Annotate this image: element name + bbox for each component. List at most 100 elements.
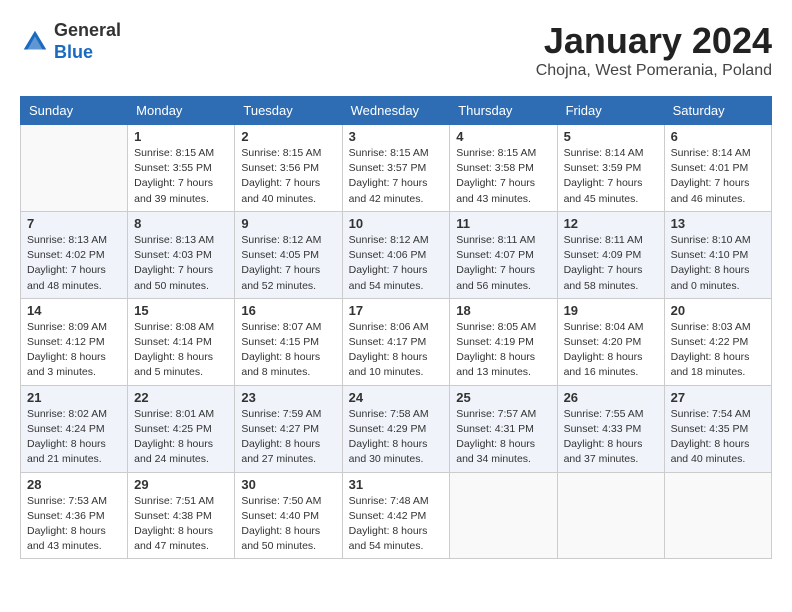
day-info: Sunrise: 8:11 AM Sunset: 4:09 PM Dayligh…	[564, 233, 658, 294]
weekday-header: Sunday	[21, 97, 128, 125]
calendar-day-cell: 13 Sunrise: 8:10 AM Sunset: 4:10 PM Dayli…	[664, 211, 771, 298]
calendar-day-cell: 22Sunrise: 8:01 AM Sunset: 4:25 PM Dayli…	[128, 385, 235, 472]
weekday-header: Tuesday	[235, 97, 342, 125]
day-number: 12	[564, 216, 658, 231]
calendar-week-row: 28 Sunrise: 7:53 AM Sunset: 4:36 PM Dayli…	[21, 472, 772, 559]
day-number: 26	[564, 390, 658, 405]
day-number: 16	[241, 303, 335, 318]
day-info: Sunrise: 8:10 AM Sunset: 4:10 PM Dayligh…	[671, 233, 765, 294]
calendar-day-cell: 15Sunrise: 8:08 AM Sunset: 4:14 PM Dayli…	[128, 298, 235, 385]
calendar-day-cell	[557, 472, 664, 559]
weekday-header: Monday	[128, 97, 235, 125]
day-number: 7	[27, 216, 121, 231]
logo: General Blue	[20, 20, 121, 63]
calendar-day-cell: 1Sunrise: 8:15 AM Sunset: 3:55 PM Daylig…	[128, 125, 235, 212]
day-number: 18	[456, 303, 550, 318]
calendar-day-cell: 18Sunrise: 8:05 AM Sunset: 4:19 PM Dayli…	[450, 298, 557, 385]
day-info: Sunrise: 8:09 AM Sunset: 4:12 PM Dayligh…	[27, 320, 121, 381]
day-number: 5	[564, 129, 658, 144]
calendar-week-row: 14 Sunrise: 8:09 AM Sunset: 4:12 PM Dayli…	[21, 298, 772, 385]
calendar-week-row: 1Sunrise: 8:15 AM Sunset: 3:55 PM Daylig…	[21, 125, 772, 212]
calendar-day-cell: 25 Sunrise: 7:57 AM Sunset: 4:31 PM Dayli…	[450, 385, 557, 472]
day-info: Sunrise: 8:14 AM Sunset: 4:01 PM Dayligh…	[671, 146, 765, 207]
calendar-day-cell: 31Sunrise: 7:48 AM Sunset: 4:42 PM Dayli…	[342, 472, 450, 559]
header: General Blue January 2024 Chojna, West P…	[20, 20, 772, 80]
day-info: Sunrise: 8:11 AM Sunset: 4:07 PM Dayligh…	[456, 233, 550, 294]
day-number: 6	[671, 129, 765, 144]
calendar-day-cell: 24 Sunrise: 7:58 AM Sunset: 4:29 PM Dayli…	[342, 385, 450, 472]
calendar-day-cell: 28 Sunrise: 7:53 AM Sunset: 4:36 PM Dayli…	[21, 472, 128, 559]
day-info: Sunrise: 8:12 AM Sunset: 4:06 PM Dayligh…	[349, 233, 444, 294]
calendar-day-cell: 4 Sunrise: 8:15 AM Sunset: 3:58 PM Daylig…	[450, 125, 557, 212]
day-info: Sunrise: 8:01 AM Sunset: 4:25 PM Dayligh…	[134, 407, 228, 468]
day-number: 27	[671, 390, 765, 405]
day-number: 24	[349, 390, 444, 405]
day-number: 9	[241, 216, 335, 231]
weekday-header-row: SundayMondayTuesdayWednesdayThursdayFrid…	[21, 97, 772, 125]
day-number: 23	[241, 390, 335, 405]
day-info: Sunrise: 8:12 AM Sunset: 4:05 PM Dayligh…	[241, 233, 335, 294]
calendar-day-cell: 3 Sunrise: 8:15 AM Sunset: 3:57 PM Daylig…	[342, 125, 450, 212]
day-info: Sunrise: 7:50 AM Sunset: 4:40 PM Dayligh…	[241, 494, 335, 555]
day-info: Sunrise: 8:07 AM Sunset: 4:15 PM Dayligh…	[241, 320, 335, 381]
day-info: Sunrise: 8:08 AM Sunset: 4:14 PM Dayligh…	[134, 320, 228, 381]
day-number: 13	[671, 216, 765, 231]
day-number: 21	[27, 390, 121, 405]
calendar-day-cell: 8 Sunrise: 8:13 AM Sunset: 4:03 PM Daylig…	[128, 211, 235, 298]
calendar-day-cell: 27 Sunrise: 7:54 AM Sunset: 4:35 PM Dayli…	[664, 385, 771, 472]
weekday-header: Friday	[557, 97, 664, 125]
day-info: Sunrise: 7:58 AM Sunset: 4:29 PM Dayligh…	[349, 407, 444, 468]
day-number: 25	[456, 390, 550, 405]
day-info: Sunrise: 8:15 AM Sunset: 3:58 PM Dayligh…	[456, 146, 550, 207]
day-number: 8	[134, 216, 228, 231]
logo-icon	[20, 27, 50, 57]
calendar-day-cell: 5 Sunrise: 8:14 AM Sunset: 3:59 PM Daylig…	[557, 125, 664, 212]
month-title: January 2024	[536, 20, 772, 62]
calendar-day-cell: 2Sunrise: 8:15 AM Sunset: 3:56 PM Daylig…	[235, 125, 342, 212]
day-number: 14	[27, 303, 121, 318]
day-info: Sunrise: 8:13 AM Sunset: 4:02 PM Dayligh…	[27, 233, 121, 294]
day-info: Sunrise: 8:15 AM Sunset: 3:57 PM Dayligh…	[349, 146, 444, 207]
day-number: 31	[349, 477, 444, 492]
calendar-day-cell: 29 Sunrise: 7:51 AM Sunset: 4:38 PM Dayli…	[128, 472, 235, 559]
weekday-header: Wednesday	[342, 97, 450, 125]
weekday-header: Thursday	[450, 97, 557, 125]
day-info: Sunrise: 8:14 AM Sunset: 3:59 PM Dayligh…	[564, 146, 658, 207]
day-number: 20	[671, 303, 765, 318]
weekday-header: Saturday	[664, 97, 771, 125]
calendar-day-cell: 7 Sunrise: 8:13 AM Sunset: 4:02 PM Daylig…	[21, 211, 128, 298]
day-number: 28	[27, 477, 121, 492]
calendar-day-cell: 21Sunrise: 8:02 AM Sunset: 4:24 PM Dayli…	[21, 385, 128, 472]
logo-text: General Blue	[54, 20, 121, 63]
day-info: Sunrise: 8:13 AM Sunset: 4:03 PM Dayligh…	[134, 233, 228, 294]
title-area: January 2024 Chojna, West Pomerania, Pol…	[536, 20, 772, 80]
day-number: 29	[134, 477, 228, 492]
day-info: Sunrise: 7:59 AM Sunset: 4:27 PM Dayligh…	[241, 407, 335, 468]
day-info: Sunrise: 7:57 AM Sunset: 4:31 PM Dayligh…	[456, 407, 550, 468]
calendar-day-cell: 12 Sunrise: 8:11 AM Sunset: 4:09 PM Dayli…	[557, 211, 664, 298]
calendar-week-row: 7 Sunrise: 8:13 AM Sunset: 4:02 PM Daylig…	[21, 211, 772, 298]
day-number: 3	[349, 129, 444, 144]
calendar-day-cell: 11Sunrise: 8:11 AM Sunset: 4:07 PM Dayli…	[450, 211, 557, 298]
calendar-day-cell: 26Sunrise: 7:55 AM Sunset: 4:33 PM Dayli…	[557, 385, 664, 472]
calendar-week-row: 21Sunrise: 8:02 AM Sunset: 4:24 PM Dayli…	[21, 385, 772, 472]
day-number: 4	[456, 129, 550, 144]
day-number: 10	[349, 216, 444, 231]
day-info: Sunrise: 8:03 AM Sunset: 4:22 PM Dayligh…	[671, 320, 765, 381]
calendar-day-cell	[450, 472, 557, 559]
day-number: 30	[241, 477, 335, 492]
calendar-day-cell	[21, 125, 128, 212]
calendar-day-cell: 23 Sunrise: 7:59 AM Sunset: 4:27 PM Dayli…	[235, 385, 342, 472]
calendar-day-cell: 19Sunrise: 8:04 AM Sunset: 4:20 PM Dayli…	[557, 298, 664, 385]
calendar-day-cell: 17Sunrise: 8:06 AM Sunset: 4:17 PM Dayli…	[342, 298, 450, 385]
day-info: Sunrise: 7:51 AM Sunset: 4:38 PM Dayligh…	[134, 494, 228, 555]
calendar-day-cell: 20 Sunrise: 8:03 AM Sunset: 4:22 PM Dayli…	[664, 298, 771, 385]
day-info: Sunrise: 7:53 AM Sunset: 4:36 PM Dayligh…	[27, 494, 121, 555]
calendar-day-cell: 30 Sunrise: 7:50 AM Sunset: 4:40 PM Dayli…	[235, 472, 342, 559]
day-info: Sunrise: 8:04 AM Sunset: 4:20 PM Dayligh…	[564, 320, 658, 381]
calendar-day-cell: 14 Sunrise: 8:09 AM Sunset: 4:12 PM Dayli…	[21, 298, 128, 385]
day-info: Sunrise: 7:54 AM Sunset: 4:35 PM Dayligh…	[671, 407, 765, 468]
calendar-day-cell: 10 Sunrise: 8:12 AM Sunset: 4:06 PM Dayli…	[342, 211, 450, 298]
calendar-day-cell: 6 Sunrise: 8:14 AM Sunset: 4:01 PM Daylig…	[664, 125, 771, 212]
calendar-day-cell: 9 Sunrise: 8:12 AM Sunset: 4:05 PM Daylig…	[235, 211, 342, 298]
